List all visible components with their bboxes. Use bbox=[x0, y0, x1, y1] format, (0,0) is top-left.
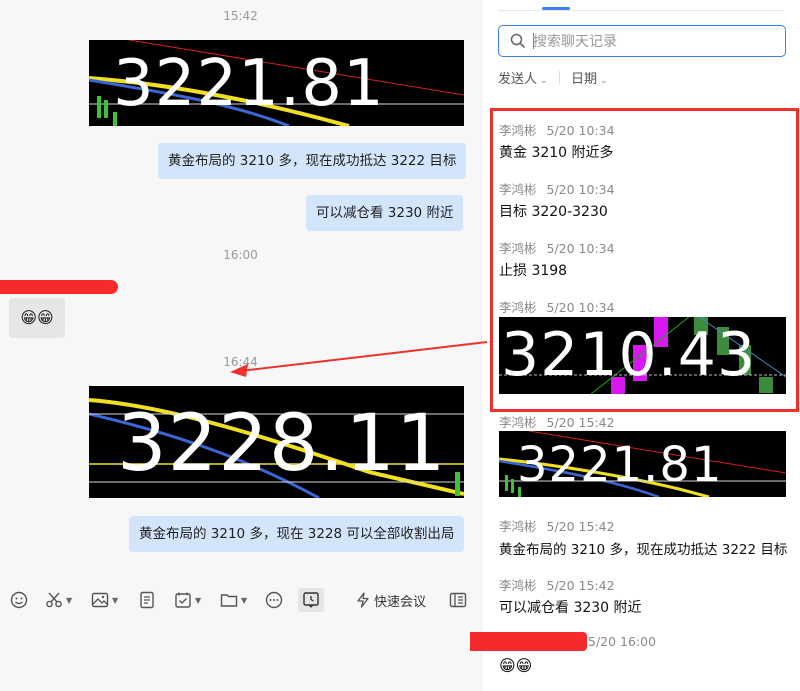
chevron-down-icon: ▼ bbox=[241, 595, 248, 605]
sender-name: 李鸿彬 bbox=[499, 578, 537, 593]
message-date: 5/20 15:42 bbox=[546, 519, 615, 534]
history-chart-image[interactable]: 3210.43 bbox=[499, 317, 786, 394]
lightning-icon bbox=[357, 592, 369, 608]
history-entry-meta: 李鸿彬 5/20 10:34 bbox=[499, 120, 615, 139]
chevron-down-icon: ▼ bbox=[195, 595, 202, 605]
timestamp: 15:42 bbox=[223, 9, 258, 23]
smile-icon[interactable] bbox=[10, 588, 28, 612]
message-date: 5/20 10:34 bbox=[546, 182, 615, 197]
folder-icon[interactable]: ▼ bbox=[220, 588, 247, 612]
history-chart-image[interactable]: 3221.81 bbox=[499, 431, 786, 497]
chevron-down-icon: ⌄ bbox=[600, 76, 608, 86]
document-icon[interactable] bbox=[138, 588, 156, 612]
history-entry-meta: 李鸿彬 5/20 10:34 bbox=[499, 238, 615, 257]
filter-sender-label: 发送人 bbox=[498, 72, 538, 87]
chat-history-panel: 发送人⌄ 日期⌄ 李鸿彬5/20 10:34 黄金 3210 附近多 李鸿彬5/… bbox=[481, 0, 800, 691]
history-entry-emoji[interactable]: 😁😁 bbox=[499, 656, 532, 675]
more-icon[interactable] bbox=[265, 588, 283, 612]
sender-name: 李鸿彬 bbox=[499, 519, 537, 534]
divider bbox=[559, 71, 560, 84]
history-icon[interactable] bbox=[298, 588, 324, 612]
stock-price: 3210.43 bbox=[501, 320, 757, 390]
quick-meeting-button[interactable]: 快速会议 bbox=[356, 588, 426, 612]
stock-price: 3221.81 bbox=[113, 47, 385, 121]
input-toolbar: ▼ ▼ ▼ ▼ 快速会议 bbox=[0, 579, 481, 621]
search-input[interactable] bbox=[533, 31, 773, 51]
chat-window: 15:42 3221.81 黄金布局的 3210 多，现在成功抵达 3222 目… bbox=[0, 0, 800, 691]
history-entry-meta: 李鸿彬 5/20 10:34 bbox=[499, 297, 615, 316]
history-entry-text[interactable]: 目标 3220-3230 bbox=[499, 201, 608, 221]
timestamp: 16:00 bbox=[223, 248, 258, 262]
task-icon[interactable]: ▼ bbox=[174, 588, 201, 612]
message-date: 5/20 16:00 bbox=[588, 634, 657, 649]
timestamp: 16:44 bbox=[223, 355, 258, 369]
stock-price: 3221.81 bbox=[517, 437, 723, 493]
message-date: 5/20 10:34 bbox=[546, 241, 615, 256]
history-entry-meta: 李鸿彬 5/20 15:42 bbox=[499, 516, 615, 535]
chart-image-message[interactable]: 3228.11 bbox=[89, 386, 464, 498]
history-entry-text[interactable]: 止损 3198 bbox=[499, 260, 567, 280]
message-input[interactable] bbox=[0, 621, 481, 691]
filter-sender[interactable]: 发送人 ⌄ bbox=[498, 68, 548, 87]
chevron-down-icon: ▼ bbox=[66, 595, 73, 605]
chat-pane: 15:42 3221.81 黄金布局的 3210 多，现在成功抵达 3222 目… bbox=[0, 0, 481, 691]
search-box[interactable] bbox=[498, 25, 786, 57]
filter-date[interactable]: 日期 ⌄ bbox=[571, 68, 608, 87]
chart-image-message[interactable]: 3221.81 bbox=[89, 40, 464, 126]
message-date: 5/20 15:42 bbox=[546, 578, 615, 593]
history-entry-text[interactable]: 可以减仓看 3230 附近 bbox=[499, 597, 642, 617]
sender-name: 李鸿彬 bbox=[499, 300, 537, 315]
message-date: 5/20 15:42 bbox=[546, 415, 615, 430]
history-entry-meta: 李鸿彬 5/20 10:34 bbox=[499, 179, 615, 198]
image-icon[interactable]: ▼ bbox=[91, 588, 118, 612]
message-bubble[interactable]: 黄金布局的 3210 多，现在 3228 可以全部收割出局 bbox=[129, 516, 465, 552]
history-entry-meta: 李鸿彬 5/20 15:42 bbox=[499, 575, 615, 594]
scissors-icon[interactable]: ▼ bbox=[45, 588, 72, 612]
history-entry-text[interactable]: 黄金布局的 3210 多，现在成功抵达 3222 目标 bbox=[499, 538, 787, 558]
sender-name: 李鸿彬 bbox=[499, 241, 537, 256]
search-icon bbox=[510, 33, 526, 49]
quick-meeting-label: 快速会议 bbox=[374, 594, 427, 610]
stock-price: 3228.11 bbox=[117, 399, 447, 489]
panel-icon[interactable] bbox=[449, 588, 467, 612]
history-entry-text[interactable]: 黄金 3210 附近多 bbox=[499, 142, 614, 162]
chevron-down-icon: ▼ bbox=[112, 595, 119, 605]
sender-name: 李鸿彬 bbox=[499, 415, 537, 430]
filter-date-label: 日期 bbox=[571, 72, 598, 87]
message-date: 5/20 10:34 bbox=[546, 300, 615, 315]
history-entry-meta: 5/20 16:00 bbox=[588, 634, 656, 649]
sender-name: 李鸿彬 bbox=[499, 123, 537, 138]
redaction-bar bbox=[470, 632, 587, 651]
active-tab-indicator bbox=[542, 7, 570, 10]
history-entry-meta: 李鸿彬 5/20 15:42 bbox=[499, 412, 615, 431]
emoji-message[interactable]: 😁😁 bbox=[9, 298, 65, 338]
redaction-bar bbox=[0, 280, 118, 294]
message-bubble[interactable]: 黄金布局的 3210 多，现在成功抵达 3222 目标 bbox=[158, 143, 467, 179]
message-bubble[interactable]: 可以减仓看 3230 附近 bbox=[306, 195, 464, 231]
sender-name: 李鸿彬 bbox=[499, 182, 537, 197]
chevron-down-icon: ⌄ bbox=[540, 76, 548, 86]
tab-divider bbox=[498, 10, 784, 11]
message-date: 5/20 10:34 bbox=[546, 123, 615, 138]
